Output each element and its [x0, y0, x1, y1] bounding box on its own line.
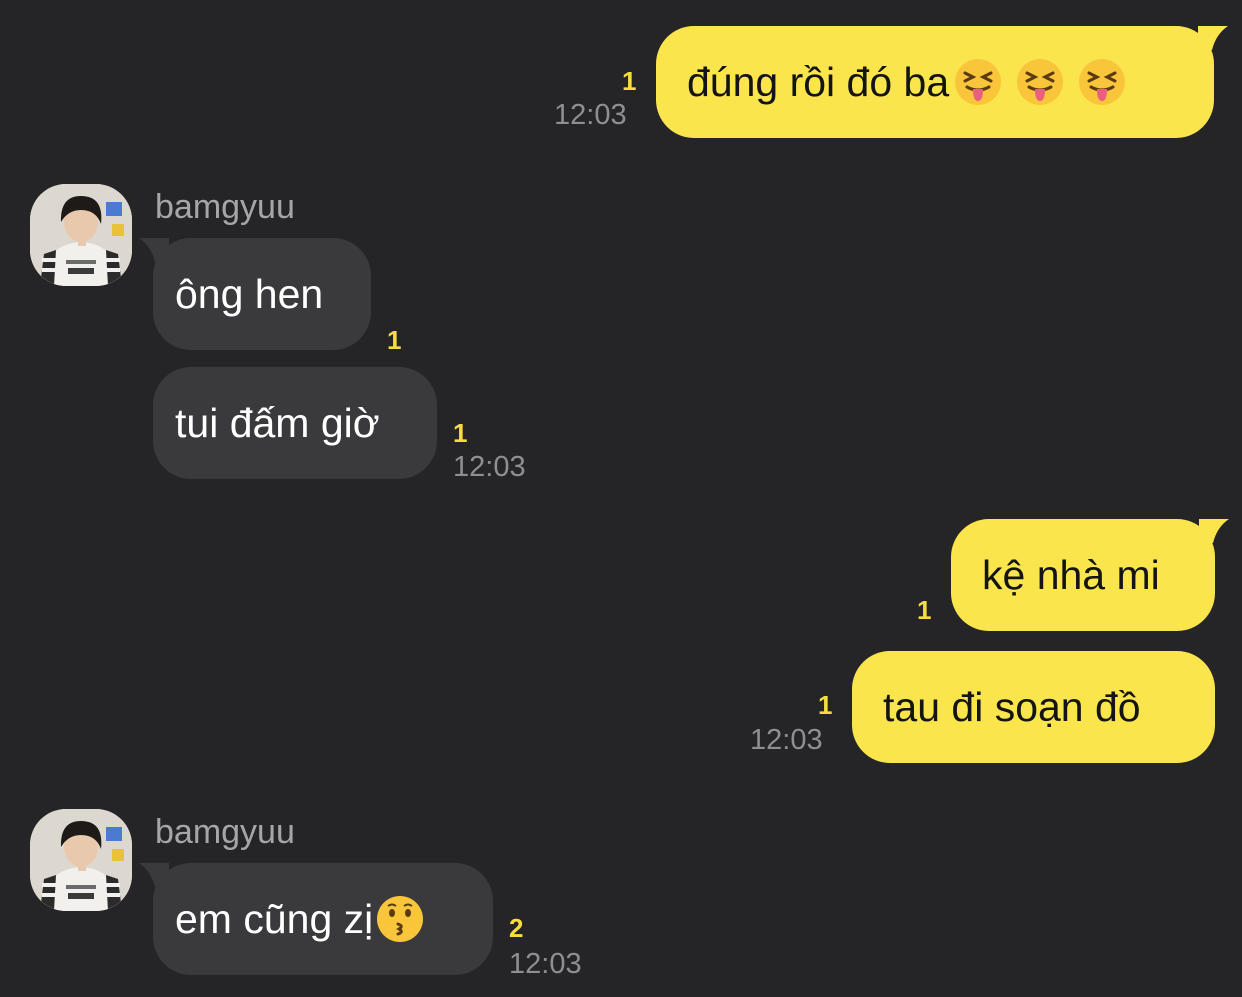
- message-text: em cũng zị: [175, 895, 374, 942]
- bubble-tail-icon: [139, 238, 169, 262]
- chat-screen: { "chat": { "contact_name": "bamgyuu", "…: [0, 0, 1242, 997]
- squinting-tongue-emoji-icon: [1015, 57, 1065, 107]
- sender-name: bamgyuu: [155, 188, 295, 226]
- sender-name: bamgyuu: [155, 813, 295, 851]
- unread-count: 1: [917, 595, 932, 625]
- incoming-message-bubble[interactable]: em cũng zị: [139, 863, 493, 975]
- contact-avatar[interactable]: [30, 184, 132, 286]
- bubble-tail-icon: [1198, 26, 1228, 50]
- unread-count: 1: [453, 418, 468, 448]
- message-text: tui đấm giờ: [175, 399, 380, 446]
- message-timestamp: 12:03: [750, 724, 823, 756]
- contact-avatar[interactable]: [30, 809, 132, 911]
- squinting-tongue-emoji-icon: [953, 57, 1003, 107]
- message-text: đúng rồi đó ba: [687, 58, 950, 105]
- message-timestamp: 12:03: [554, 99, 627, 131]
- message-timestamp: 12:03: [453, 451, 526, 483]
- bubble-tail-icon: [139, 863, 169, 887]
- outgoing-message-bubble[interactable]: đúng rồi đó ba: [656, 26, 1228, 138]
- kissing-emoji-icon: [375, 894, 425, 944]
- message-text: tau đi soạn đồ: [883, 683, 1141, 730]
- message-text: ông hen: [175, 270, 324, 317]
- unread-count: 1: [818, 690, 833, 720]
- unread-count: 1: [622, 66, 637, 96]
- message-text: kệ nhà mi: [982, 551, 1160, 598]
- squinting-tongue-emoji-icon: [1077, 57, 1127, 107]
- unread-count: 2: [509, 913, 524, 943]
- outgoing-message-bubble[interactable]: kệ nhà mi: [951, 519, 1229, 631]
- incoming-message-bubble[interactable]: tui đấm giờ: [153, 367, 437, 479]
- profile-photo-icon: [30, 184, 132, 286]
- profile-photo-icon: [30, 809, 132, 911]
- bubble-tail-icon: [1199, 519, 1229, 543]
- incoming-message-bubble[interactable]: ông hen: [139, 238, 371, 350]
- outgoing-message-bubble[interactable]: tau đi soạn đồ: [852, 651, 1215, 763]
- message-timestamp: 12:03: [509, 948, 582, 980]
- unread-count: 1: [387, 325, 402, 355]
